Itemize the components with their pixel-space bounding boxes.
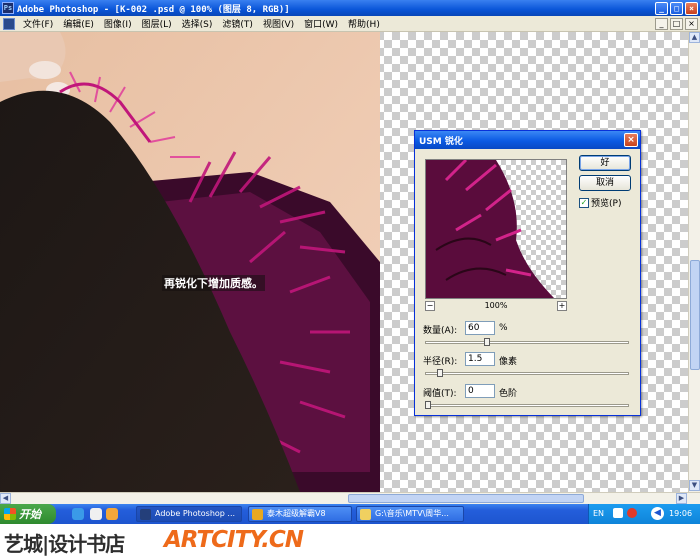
scroll-right-icon[interactable]: ▶	[676, 493, 687, 504]
radius-param: 半径(R): 1.5 像素	[423, 352, 633, 382]
doc-maximize-button[interactable]: □	[670, 17, 683, 30]
horizontal-scroll-thumb[interactable]	[348, 494, 584, 503]
clock: 19:06	[669, 509, 693, 518]
threshold-input[interactable]: 0	[465, 384, 495, 398]
doc-minimize-button[interactable]: _	[655, 17, 668, 30]
system-tray: EN ◀ 19:06	[588, 504, 700, 524]
media-player-icon[interactable]	[90, 508, 102, 520]
scroll-up-icon[interactable]: ▲	[689, 32, 700, 43]
window-maximize-button[interactable]: □	[670, 1, 683, 15]
task-folder-label: G:\音乐\MTV\周华...	[375, 509, 449, 518]
menu-file[interactable]: 文件(F)	[18, 17, 58, 30]
window-close-button[interactable]: ×	[685, 1, 698, 15]
amount-param: 数量(A): 60 %	[423, 321, 633, 351]
menu-layer[interactable]: 图层(L)	[137, 17, 177, 30]
menu-view[interactable]: 视图(V)	[258, 17, 299, 30]
threshold-slider-knob[interactable]	[425, 401, 431, 409]
windows-taskbar: 开始 Adobe Photoshop ... 泰木超级解霸V8 G:\音乐\MT…	[0, 504, 700, 524]
player-icon	[252, 509, 263, 520]
quicklaunch-icon[interactable]	[106, 508, 118, 520]
language-indicator[interactable]: EN	[593, 509, 604, 518]
filter-preview[interactable]	[425, 159, 567, 299]
scroll-down-icon[interactable]: ▼	[689, 480, 700, 491]
menu-window[interactable]: 窗口(W)	[299, 17, 343, 30]
threshold-unit: 色阶	[499, 389, 518, 399]
ok-button[interactable]: 好	[579, 155, 631, 171]
task-player[interactable]: 泰木超级解霸V8	[248, 506, 352, 522]
start-label: 开始	[19, 508, 41, 521]
dialog-titlebar: USM 锐化 ×	[415, 131, 640, 149]
vertical-scroll-thumb[interactable]	[690, 260, 700, 370]
unsharp-mask-dialog: USM 锐化 × − 100% + 好 取消 ✓ 预览(P) 数量(A): 60…	[414, 130, 641, 416]
radius-slider-track[interactable]	[425, 372, 629, 375]
watermark-english: ARTCITY.CN	[164, 527, 304, 553]
radius-unit: 像素	[499, 357, 518, 367]
vertical-scrollbar[interactable]: ▲ ▼	[688, 32, 700, 492]
dialog-close-button[interactable]: ×	[624, 133, 638, 147]
task-folder[interactable]: G:\音乐\MTV\周华...	[356, 506, 464, 522]
menu-select[interactable]: 选择(S)	[177, 17, 218, 30]
watermark-chinese: 艺城|设计书店	[4, 532, 125, 556]
zoom-in-button[interactable]: +	[557, 301, 567, 311]
scroll-left-icon[interactable]: ◀	[0, 493, 11, 504]
doc-close-button[interactable]: ×	[685, 17, 698, 30]
amount-unit: %	[499, 323, 508, 333]
radius-label: 半径(R):	[423, 357, 458, 367]
menu-help[interactable]: 帮助(H)	[343, 17, 385, 30]
task-photoshop[interactable]: Adobe Photoshop ...	[136, 506, 242, 522]
radius-slider-knob[interactable]	[436, 369, 443, 377]
document-icon	[3, 17, 15, 30]
window-minimize-button[interactable]: _	[655, 1, 668, 15]
horizontal-scrollbar[interactable]: ◀ ▶	[0, 492, 700, 504]
photoshop-icon	[140, 509, 151, 520]
menu-edit[interactable]: 编辑(E)	[58, 17, 99, 30]
preview-zoom-row: − 100% +	[425, 301, 567, 313]
preview-image	[426, 160, 555, 298]
preview-checkbox[interactable]: ✓	[579, 197, 589, 208]
threshold-slider-track[interactable]	[425, 404, 629, 407]
preview-checkbox-label: 预览(P)	[591, 199, 622, 209]
amount-input[interactable]: 60	[465, 321, 495, 335]
watermark-bar: 艺城|设计书店 ARTCITY.CN	[0, 524, 700, 557]
amount-slider-track[interactable]	[425, 341, 629, 344]
window-titlebar: Ps Adobe Photoshop - [K-002 .psd @ 100% …	[0, 0, 700, 16]
folder-icon	[360, 509, 371, 520]
menu-bar: 文件(F) 编辑(E) 图像(I) 图层(L) 选择(S) 滤镜(T) 视图(V…	[0, 16, 700, 32]
tray-alert-icon[interactable]	[627, 508, 637, 518]
window-title: Adobe Photoshop - [K-002 .psd @ 100% (图层…	[17, 4, 290, 15]
cancel-button[interactable]: 取消	[579, 175, 631, 191]
ie-icon[interactable]	[72, 508, 84, 520]
tray-icon[interactable]	[613, 508, 623, 518]
preview-checkbox-row[interactable]: ✓ 预览(P)	[579, 196, 621, 209]
tray-back-icon[interactable]: ◀	[651, 507, 664, 520]
menu-image[interactable]: 图像(I)	[99, 17, 137, 30]
menu-filter[interactable]: 滤镜(T)	[217, 17, 258, 30]
windows-logo-icon	[4, 508, 16, 520]
threshold-param: 阈值(T): 0 色阶	[423, 384, 633, 414]
threshold-label: 阈值(T):	[423, 389, 457, 399]
tutorial-caption: 再锐化下增加质感。	[162, 275, 265, 291]
amount-slider-knob[interactable]	[484, 338, 491, 346]
fur-stole-photo	[0, 32, 380, 492]
task-photoshop-label: Adobe Photoshop ...	[155, 509, 236, 518]
zoom-level: 100%	[484, 301, 508, 310]
dialog-title: USM 锐化	[419, 136, 463, 147]
amount-label: 数量(A):	[423, 326, 458, 336]
task-player-label: 泰木超级解霸V8	[267, 509, 326, 518]
start-button[interactable]: 开始	[0, 504, 56, 524]
photoshop-icon: Ps	[2, 2, 14, 14]
radius-input[interactable]: 1.5	[465, 352, 495, 366]
